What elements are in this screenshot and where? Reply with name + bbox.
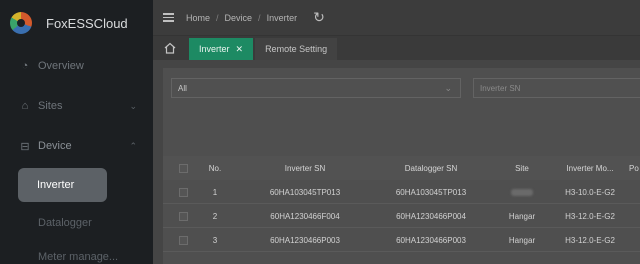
table-row[interactable]: 1 60HA103045TP013 60HA103045TP013 H3-10.…: [163, 180, 640, 204]
close-icon[interactable]: ✕: [236, 44, 244, 55]
brand-name: FoxESSCloud: [46, 15, 128, 31]
main-content: All ⌄ Inverter SN No. Inverter SN Datalo…: [153, 60, 640, 264]
site-cell: Hangar: [508, 211, 536, 221]
sidebar-subitem-label: Meter manage...: [38, 251, 119, 263]
tab-remote-setting[interactable]: Remote Setting: [255, 38, 338, 60]
sidebar-subitem-meter-management[interactable]: Meter manage...: [0, 240, 153, 264]
brand-header[interactable]: FoxESSCloud: [0, 0, 153, 46]
sidebar-item-overview[interactable]: ◔ Overview: [0, 46, 153, 86]
table-header: No. Inverter SN Datalogger SN Site Inver…: [163, 156, 640, 180]
sidebar-item-sites[interactable]: ⌂ Sites ⌄: [0, 86, 153, 126]
dashboard-icon: ◔: [21, 60, 29, 72]
home-tab-icon[interactable]: [163, 41, 177, 55]
chevron-up-icon: ⌃: [129, 140, 137, 151]
breadcrumb-device[interactable]: Device: [225, 13, 253, 23]
inverter-sn-cell: 60HA1230466P003: [270, 235, 340, 245]
top-header: Home / Device / Inverter ↻: [153, 0, 640, 36]
inverter-sn-placeholder: Inverter SN: [480, 83, 521, 93]
refresh-icon[interactable]: ↻: [313, 9, 325, 26]
sidebar-subitem-inverter[interactable]: Inverter: [18, 168, 107, 202]
table-row[interactable]: 3 60HA1230466P003 60HA1230466P003 Hangar…: [163, 228, 640, 252]
site-cell: Hangar: [508, 235, 536, 245]
sidebar-subitem-label: Inverter: [37, 179, 75, 191]
tab-inverter[interactable]: Inverter ✕: [189, 38, 254, 60]
select-all-checkbox[interactable]: [177, 156, 189, 180]
row-number: 1: [212, 187, 218, 197]
sidebar-item-device[interactable]: ⊟ Device ⌃: [0, 126, 153, 166]
breadcrumb-separator: /: [258, 12, 261, 23]
chevron-down-icon: ⌄: [129, 100, 137, 111]
foxess-logo-icon: [10, 12, 32, 34]
sidebar-item-label: Sites: [38, 100, 63, 112]
column-header-power[interactable]: Po: [629, 156, 640, 180]
sidebar-item-label: Overview: [38, 60, 84, 72]
inverter-model-cell: H3-12.0-E-G2: [565, 235, 615, 245]
inverter-sn-cell: 60HA1230466F004: [270, 211, 340, 221]
row-number: 3: [212, 235, 218, 245]
sidebar-subitem-datalogger[interactable]: Datalogger: [0, 206, 153, 240]
breadcrumb-home[interactable]: Home: [186, 13, 210, 23]
home-icon: ⌂: [21, 100, 29, 112]
inverter-sn-cell: 60HA103045TP013: [269, 187, 341, 197]
table-row[interactable]: 2 60HA1230466F004 60HA1230466P004 Hangar…: [163, 204, 640, 228]
row-checkbox[interactable]: [177, 228, 189, 252]
tab-label: Remote Setting: [265, 44, 328, 54]
chevron-down-icon: ⌄: [444, 83, 452, 93]
row-checkbox[interactable]: [177, 180, 189, 204]
sidebar: FoxESSCloud ◔ Overview ⌂ Sites ⌄ ⊟ Devic…: [0, 0, 153, 264]
breadcrumb-separator: /: [216, 12, 219, 23]
sidebar-subitem-label: Datalogger: [38, 217, 92, 229]
datalogger-sn-cell: 60HA1230466P003: [396, 235, 466, 245]
inverter-model-cell: H3-12.0-E-G2: [565, 211, 615, 221]
column-header-site[interactable]: Site: [493, 156, 551, 180]
datalogger-sn-cell: 60HA103045TP013: [395, 187, 467, 197]
inverter-model-cell: H3-10.0-E-G2: [565, 187, 615, 197]
breadcrumb-inverter: Inverter: [266, 12, 298, 23]
inverter-sn-input[interactable]: Inverter SN: [473, 78, 640, 98]
column-header-no[interactable]: No.: [203, 156, 227, 180]
sidebar-item-label: Device: [38, 140, 72, 152]
datalogger-sn-cell: 60HA1230466P004: [396, 211, 466, 221]
tab-label: Inverter: [199, 44, 230, 54]
column-header-inverter-sn[interactable]: Inverter SN: [249, 156, 361, 180]
site-cell-redacted: [493, 180, 551, 204]
row-checkbox[interactable]: [177, 204, 189, 228]
column-header-datalogger-sn[interactable]: Datalogger SN: [373, 156, 489, 180]
device-icon: ⊟: [20, 140, 30, 153]
menu-toggle-icon[interactable]: [163, 13, 174, 22]
row-number: 2: [212, 211, 218, 221]
status-select[interactable]: All ⌄: [171, 78, 461, 98]
column-header-inverter-model[interactable]: Inverter Mo...: [555, 156, 625, 180]
tab-bar: Inverter ✕ Remote Setting: [153, 36, 640, 60]
status-select-value: All: [178, 83, 187, 93]
